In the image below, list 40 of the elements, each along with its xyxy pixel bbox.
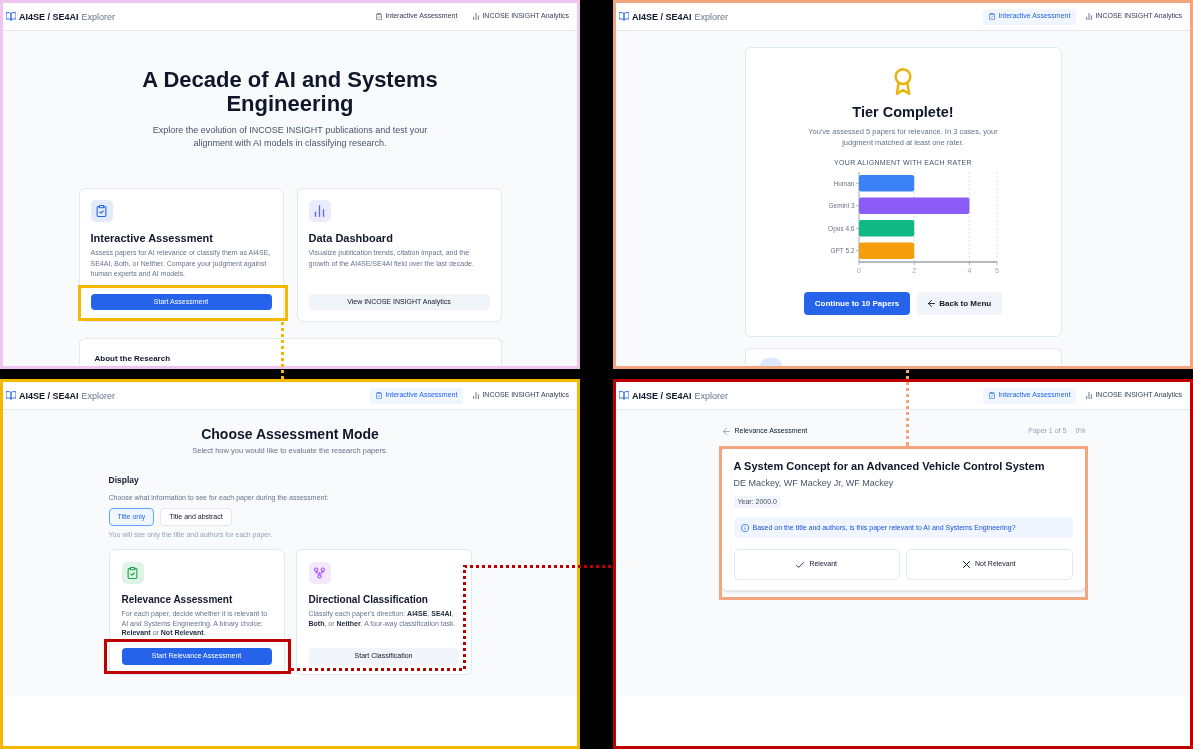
clipboard-check-icon <box>376 13 383 20</box>
brand-suffix: Explorer <box>81 389 116 402</box>
page-subtitle: Explore the evolution of INCOSE INSIGHT publications and test your alignment with AI models in classifying research. <box>151 124 429 150</box>
book-icon <box>6 12 16 21</box>
arrow-left-icon <box>722 427 730 435</box>
paper-authors: DE Mackey, WF Mackey Jr, WF Mackey <box>733 478 895 489</box>
book-icon <box>6 391 16 400</box>
brand-name: AI4SE / SE4AI <box>19 389 79 402</box>
bar-chart-icon <box>473 13 480 20</box>
page-title: A Decade of AI and Systems Engineering <box>141 68 439 116</box>
continue-button[interactable]: Continue to 10 Papers <box>803 292 911 315</box>
paper-title: A System Concept for an Advanced Vehicle Control System <box>733 459 1046 473</box>
card-title: Interactive Assessment <box>90 231 214 245</box>
clipboard-check-icon <box>376 392 383 399</box>
section-title: Display <box>108 475 139 486</box>
arrow-left-icon <box>928 300 936 307</box>
card-title: Relevance Assessment <box>121 593 234 606</box>
cross-icon <box>963 561 970 568</box>
card-title: Data Dashboard <box>308 231 394 245</box>
brand-name: AI4SE / SE4AI <box>632 389 692 402</box>
page-title: Choose Assessment Mode <box>201 425 379 443</box>
award-icon <box>894 68 912 95</box>
back-to-menu-button[interactable]: Back to Menu <box>917 292 1003 315</box>
bar-chart-icon <box>473 392 480 399</box>
book-icon <box>619 391 629 400</box>
bar-chart-icon <box>1086 13 1093 20</box>
card-title: Directional Classification <box>308 593 429 606</box>
section-title: About the Research <box>94 354 172 364</box>
brand-suffix: Explorer <box>694 389 729 402</box>
book-icon <box>619 12 629 21</box>
bar-chart-icon <box>1086 392 1093 399</box>
brand-suffix: Explorer <box>81 10 116 23</box>
clipboard-check-icon <box>989 13 996 20</box>
check-icon <box>796 561 805 568</box>
info-icon <box>740 523 749 532</box>
brand-name: AI4SE / SE4AI <box>632 10 692 23</box>
brand-name: AI4SE / SE4AI <box>19 10 79 23</box>
brand-suffix: Explorer <box>694 10 729 23</box>
clipboard-check-icon <box>989 392 996 399</box>
result-title: Tier Complete! <box>852 103 954 121</box>
